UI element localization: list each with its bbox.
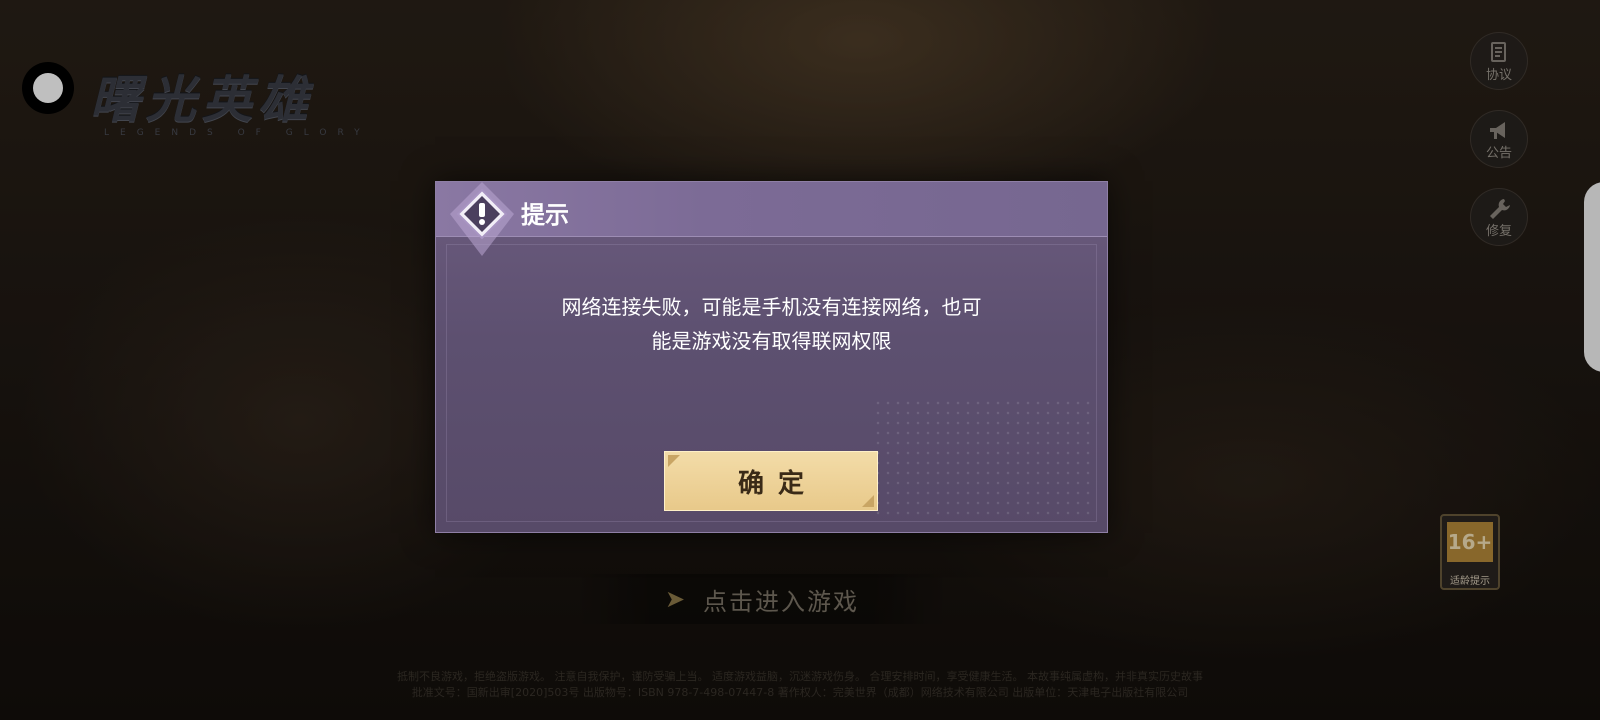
confirm-label: 确定 — [737, 468, 818, 499]
dialog-title: 提示 — [521, 201, 569, 229]
dialog-message-line1: 网络连接失败，可能是手机没有连接网络，也可 — [561, 295, 982, 319]
dialog-message-line2: 能是游戏没有取得联网权限 — [651, 329, 892, 353]
dialog-message: 网络连接失败，可能是手机没有连接网络，也可 能是游戏没有取得联网权限 — [496, 290, 1047, 358]
alert-dialog: 提示 网络连接失败，可能是手机没有连接网络，也可 能是游戏没有取得联网权限 确定 — [435, 181, 1108, 533]
warning-icon — [450, 182, 514, 256]
dialog-dot-pattern — [873, 398, 1093, 518]
confirm-button[interactable]: 确定 — [664, 451, 878, 511]
